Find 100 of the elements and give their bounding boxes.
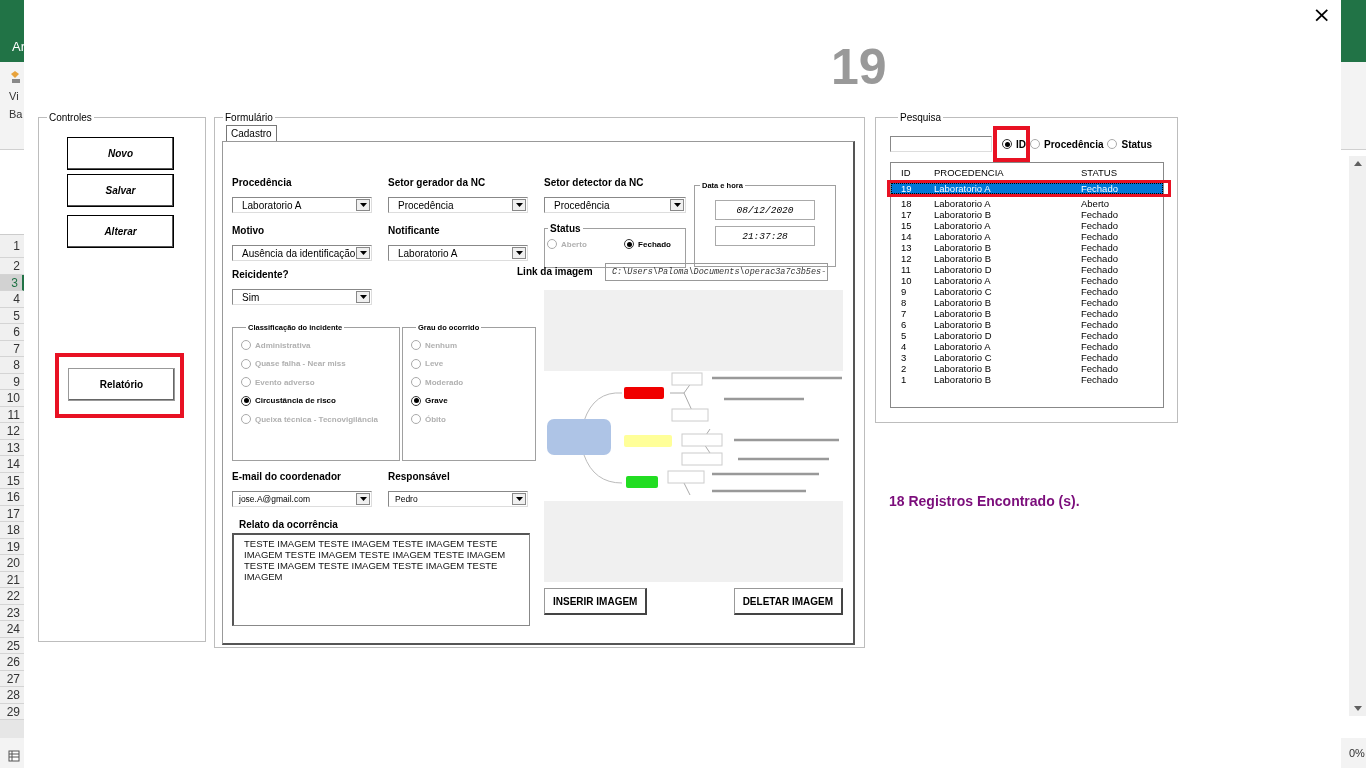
list-row[interactable]: 12 Laboratorio B Fechado xyxy=(891,253,1163,264)
option-label: ID xyxy=(1016,138,1026,150)
tab[interactable]: Cadastro xyxy=(226,125,277,141)
caret-icon xyxy=(673,203,681,207)
row-number[interactable]: 22 xyxy=(0,588,24,605)
list-row[interactable]: 4 Laboratorio A Fechado xyxy=(891,341,1163,352)
row-number[interactable]: 24 xyxy=(0,621,24,638)
row-cell-text: Laboratorio C xyxy=(934,286,993,297)
radio-button[interactable] xyxy=(1002,139,1012,149)
caret-icon xyxy=(359,203,367,207)
option-label: Status xyxy=(1121,138,1153,150)
dropdown[interactable]: Laboratorio A xyxy=(232,197,372,213)
dropdown[interactable]: Pedro xyxy=(388,491,528,507)
row-cell-text: 13 xyxy=(900,242,913,253)
row-number[interactable]: 2 xyxy=(0,258,24,275)
list-row[interactable]: 13 Laboratorio B Fechado xyxy=(891,242,1163,253)
row-cell-text: Fechado xyxy=(1081,286,1119,297)
close-button[interactable]: × xyxy=(1308,2,1335,27)
option-label: Aberto xyxy=(561,239,587,249)
list-row[interactable]: 17 Laboratorio B Fechado xyxy=(891,209,1163,220)
dropdown[interactable]: Ausência da identificação xyxy=(232,245,372,261)
text-area[interactable]: TESTE IMAGEM TESTE IMAGEM TESTE IMAGEM TESTE IMAGEM TESTE IMAGEM TESTE IMAGEM TESTE IMAGEM TESTE IMAGEM TESTE IMAGEM TESTE IMAGEM TESTE IMAGEM xyxy=(232,533,530,626)
radio-button[interactable] xyxy=(411,395,421,406)
row-number[interactable]: 20 xyxy=(0,555,24,572)
dropdown[interactable]: Laboratorio A xyxy=(388,245,528,261)
row-number[interactable]: 16 xyxy=(0,489,24,506)
row-cell-text: Laboratorio D xyxy=(934,330,993,341)
row-number[interactable]: 18 xyxy=(0,522,24,539)
radio-button[interactable] xyxy=(241,414,251,424)
row-number[interactable]: 6 xyxy=(0,324,24,341)
date-field[interactable]: 08/12/2020 xyxy=(715,200,815,220)
scroll-down-icon[interactable] xyxy=(1353,706,1362,711)
radio-button[interactable] xyxy=(624,239,635,249)
list-row[interactable]: 6 Laboratorio B Fechado xyxy=(891,319,1163,330)
row-number[interactable]: 26 xyxy=(0,654,24,671)
row-cell-text: Laboratorio B xyxy=(934,319,993,330)
row-cell-text: Fechado xyxy=(1081,352,1119,363)
time-field[interactable]: 21:37:28 xyxy=(715,226,815,246)
path-field[interactable]: C:\Users\Paloma\Documents\operac3a7c3b5es- xyxy=(605,263,828,281)
zoom-level[interactable]: 0% xyxy=(1349,747,1365,759)
dropdown[interactable]: jose.A@gmail.com xyxy=(232,491,372,507)
scroll-up-icon[interactable] xyxy=(1353,161,1362,166)
radio-button[interactable] xyxy=(1030,139,1040,149)
list-row[interactable]: 14 Laboratorio A Fechado xyxy=(891,231,1163,242)
image-button[interactable]: INSERIR IMAGEM xyxy=(544,588,648,615)
radio-button[interactable] xyxy=(411,358,421,369)
option-label: Administrativa xyxy=(255,340,311,350)
row-number[interactable]: 14 xyxy=(0,456,24,473)
list-row[interactable]: 9 Laboratorio C Fechado xyxy=(891,286,1163,297)
radio-button[interactable] xyxy=(241,395,251,406)
row-cell-text: Fechado xyxy=(1081,253,1119,264)
radio-button[interactable] xyxy=(547,239,557,249)
dropdown[interactable]: Procedência xyxy=(388,197,528,213)
row-cell-text: 17 xyxy=(900,209,913,220)
scrollbar[interactable] xyxy=(1349,156,1366,716)
ribbon-tab-text[interactable]: Ar xyxy=(12,39,24,54)
dropdown[interactable]: Procedência xyxy=(544,197,686,213)
list-row[interactable]: 8 Laboratorio B Fechado xyxy=(891,297,1163,308)
list-row[interactable]: 19 Laboratorio A Fechado xyxy=(891,183,1163,194)
report-button[interactable]: Relatório xyxy=(68,368,175,401)
action-button[interactable]: Alterar xyxy=(67,215,174,248)
radio-button[interactable] xyxy=(241,340,251,350)
radio-button[interactable] xyxy=(241,377,251,387)
row-number[interactable]: 12 xyxy=(0,423,24,440)
row-cell-text: Fechado xyxy=(1081,264,1119,275)
list-row[interactable]: 7 Laboratorio B Fechado xyxy=(891,308,1163,319)
list-row[interactable]: 10 Laboratorio A Fechado xyxy=(891,275,1163,286)
row-cell-text: 7 xyxy=(900,308,908,319)
action-button[interactable]: Salvar xyxy=(67,174,174,207)
list-row[interactable]: 18 Laboratorio A Aberto xyxy=(891,198,1163,209)
row-cell-text: Laboratorio B xyxy=(934,374,993,385)
radio-button[interactable] xyxy=(1107,139,1118,149)
row-number[interactable]: 28 xyxy=(0,687,24,704)
radio-button[interactable] xyxy=(411,340,421,350)
dropdown[interactable]: Sim xyxy=(232,289,372,305)
row-number[interactable]: 1 xyxy=(0,235,24,258)
caret-icon xyxy=(359,251,367,255)
search-field[interactable] xyxy=(890,136,992,152)
field-label: Link da imagem xyxy=(517,266,593,278)
row-number[interactable]: 8 xyxy=(0,357,24,374)
paint-icon[interactable] xyxy=(9,70,21,84)
radio-button[interactable] xyxy=(241,358,251,369)
radio-button[interactable] xyxy=(411,414,421,424)
caret-icon xyxy=(359,295,367,299)
list-row[interactable]: 15 Laboratorio A Fechado xyxy=(891,220,1163,231)
radio-button[interactable] xyxy=(411,377,421,387)
row-number[interactable]: 4 xyxy=(0,291,24,308)
sheet-icon[interactable] xyxy=(8,750,20,762)
list-row[interactable]: 3 Laboratorio C Fechado xyxy=(891,352,1163,363)
option-label: Grave xyxy=(425,396,448,405)
list-row[interactable]: 11 Laboratorio D Fechado xyxy=(891,264,1163,275)
row-cell-text: Fechado xyxy=(1081,183,1119,194)
row-cell-text: Aberto xyxy=(1081,198,1110,209)
list-row[interactable]: 5 Laboratorio D Fechado xyxy=(891,330,1163,341)
list-row[interactable]: 1 Laboratorio B Fechado xyxy=(891,374,1163,385)
list-row[interactable]: 2 Laboratorio B Fechado xyxy=(891,363,1163,374)
action-button[interactable]: Novo xyxy=(67,137,174,170)
row-number[interactable]: 10 xyxy=(0,390,24,407)
field-label: Procedência xyxy=(232,177,293,189)
image-button[interactable]: DELETAR IMAGEM xyxy=(733,588,843,615)
